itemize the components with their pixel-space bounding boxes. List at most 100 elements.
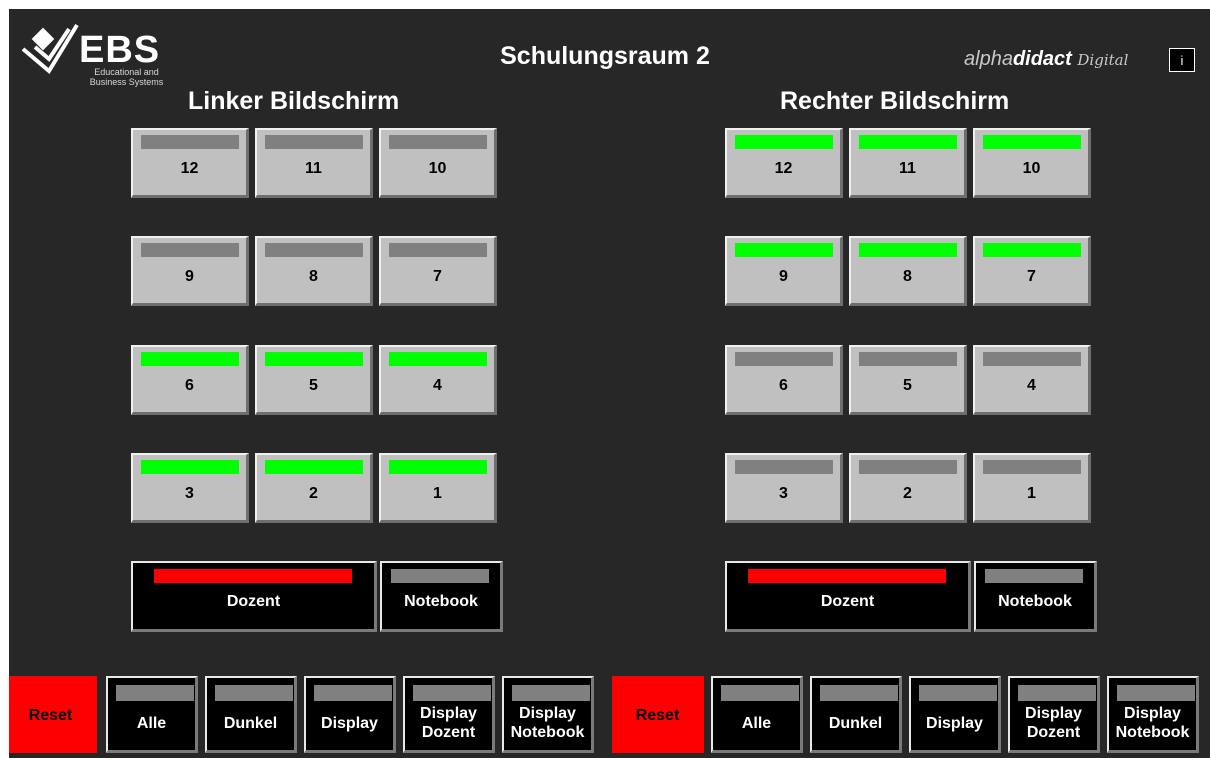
status-bar: [265, 460, 363, 474]
status-bar: [859, 135, 957, 149]
source-number: 8: [309, 268, 318, 285]
left-source-button[interactable]: 7: [379, 236, 497, 306]
brand-digital: Digital: [1077, 51, 1129, 69]
left-display-button[interactable]: Display: [304, 676, 396, 753]
left-source-button[interactable]: 1: [379, 453, 497, 523]
status-bar: [859, 352, 957, 366]
status-bar: [389, 243, 487, 257]
right-display-notebook-button[interactable]: Display Notebook: [1107, 676, 1199, 753]
source-number: 5: [309, 377, 318, 394]
source-number: 12: [774, 160, 793, 177]
left-display-notebook-button[interactable]: Display Notebook: [502, 676, 594, 753]
right-dozent-button[interactable]: Dozent: [725, 561, 971, 632]
right-dunkel-button[interactable]: Dunkel: [810, 676, 902, 753]
brand-logo: alphadidact Digital: [964, 48, 1128, 71]
right-source-button[interactable]: 7: [973, 236, 1091, 306]
left-source-button[interactable]: 11: [255, 128, 373, 198]
source-number: 11: [899, 160, 916, 177]
right-display-dozent-button[interactable]: Display Dozent: [1008, 676, 1100, 753]
left-source-button[interactable]: 3: [131, 453, 249, 523]
source-number: 3: [779, 485, 788, 502]
status-bar: [1117, 685, 1195, 701]
source-number: 4: [1027, 377, 1036, 394]
left-source-button[interactable]: 12: [131, 128, 249, 198]
status-bar: [735, 135, 833, 149]
source-number: 10: [1022, 160, 1041, 177]
left-reset-button[interactable]: Reset: [9, 676, 97, 753]
right-source-button[interactable]: 1: [973, 453, 1091, 523]
source-number: 8: [903, 268, 912, 285]
status-bar: [735, 460, 833, 474]
right-source-button[interactable]: 12: [725, 128, 843, 198]
status-bar: [721, 685, 799, 701]
button-label: Display Notebook: [510, 705, 585, 741]
notebook-status-bar: [391, 569, 489, 583]
source-number: 1: [433, 485, 442, 502]
status-bar: [141, 243, 239, 257]
right-source-button[interactable]: 5: [849, 345, 967, 415]
right-source-button[interactable]: 10: [973, 128, 1091, 198]
left-source-button[interactable]: 4: [379, 345, 497, 415]
status-bar: [735, 243, 833, 257]
status-bar: [265, 135, 363, 149]
right-notebook-button[interactable]: Notebook: [974, 561, 1097, 632]
button-label: Display Notebook: [1115, 705, 1190, 741]
left-screen-heading: Linker Bildschirm: [188, 87, 400, 115]
left-source-button[interactable]: 5: [255, 345, 373, 415]
left-source-button[interactable]: 8: [255, 236, 373, 306]
source-number: 1: [1027, 485, 1036, 502]
status-bar: [512, 685, 590, 701]
status-bar: [983, 352, 1081, 366]
button-label: Dunkel: [223, 715, 278, 732]
status-bar: [265, 243, 363, 257]
notebook-status-bar: [985, 569, 1083, 583]
right-source-button[interactable]: 6: [725, 345, 843, 415]
source-number: 3: [185, 485, 194, 502]
notebook-label: Notebook: [404, 593, 478, 610]
left-notebook-button[interactable]: Notebook: [380, 561, 503, 632]
left-display-dozent-button[interactable]: Display Dozent: [403, 676, 495, 753]
right-source-button[interactable]: 8: [849, 236, 967, 306]
notebook-label: Notebook: [998, 593, 1072, 610]
source-number: 2: [903, 485, 912, 502]
button-label: Display: [926, 715, 983, 732]
left-source-button[interactable]: 9: [131, 236, 249, 306]
right-display-button[interactable]: Display: [909, 676, 1001, 753]
right-reset-button[interactable]: Reset: [612, 676, 704, 753]
left-alle-button[interactable]: Alle: [106, 676, 198, 753]
dozent-label: Dozent: [820, 593, 875, 610]
right-source-button[interactable]: 9: [725, 236, 843, 306]
left-source-button[interactable]: 6: [131, 345, 249, 415]
left-source-button[interactable]: 2: [255, 453, 373, 523]
source-number: 6: [185, 377, 194, 394]
status-bar: [215, 685, 293, 701]
brand-alpha: alpha: [964, 48, 1013, 70]
source-number: 4: [433, 377, 442, 394]
button-label: Reset: [28, 707, 73, 724]
source-number: 5: [903, 377, 912, 394]
status-bar: [389, 135, 487, 149]
left-dunkel-button[interactable]: Dunkel: [205, 676, 297, 753]
right-source-button[interactable]: 4: [973, 345, 1091, 415]
status-bar: [389, 460, 487, 474]
right-source-button[interactable]: 3: [725, 453, 843, 523]
status-bar: [983, 135, 1081, 149]
button-label: Reset: [635, 707, 680, 724]
right-source-button[interactable]: 11: [849, 128, 967, 198]
left-dozent-button[interactable]: Dozent: [131, 561, 377, 632]
status-bar: [413, 685, 491, 701]
dozent-status-bar: [154, 569, 352, 583]
button-label: Display Dozent: [1025, 705, 1082, 741]
button-label: Alle: [136, 715, 167, 732]
right-alle-button[interactable]: Alle: [711, 676, 803, 753]
left-source-button[interactable]: 10: [379, 128, 497, 198]
button-label: Display: [321, 715, 378, 732]
status-bar: [859, 460, 957, 474]
source-number: 11: [305, 160, 322, 177]
right-source-button[interactable]: 2: [849, 453, 967, 523]
source-number: 6: [779, 377, 788, 394]
status-bar: [859, 243, 957, 257]
source-number: 7: [433, 268, 442, 285]
info-button[interactable]: i: [1169, 48, 1195, 72]
source-number: 7: [1027, 268, 1036, 285]
